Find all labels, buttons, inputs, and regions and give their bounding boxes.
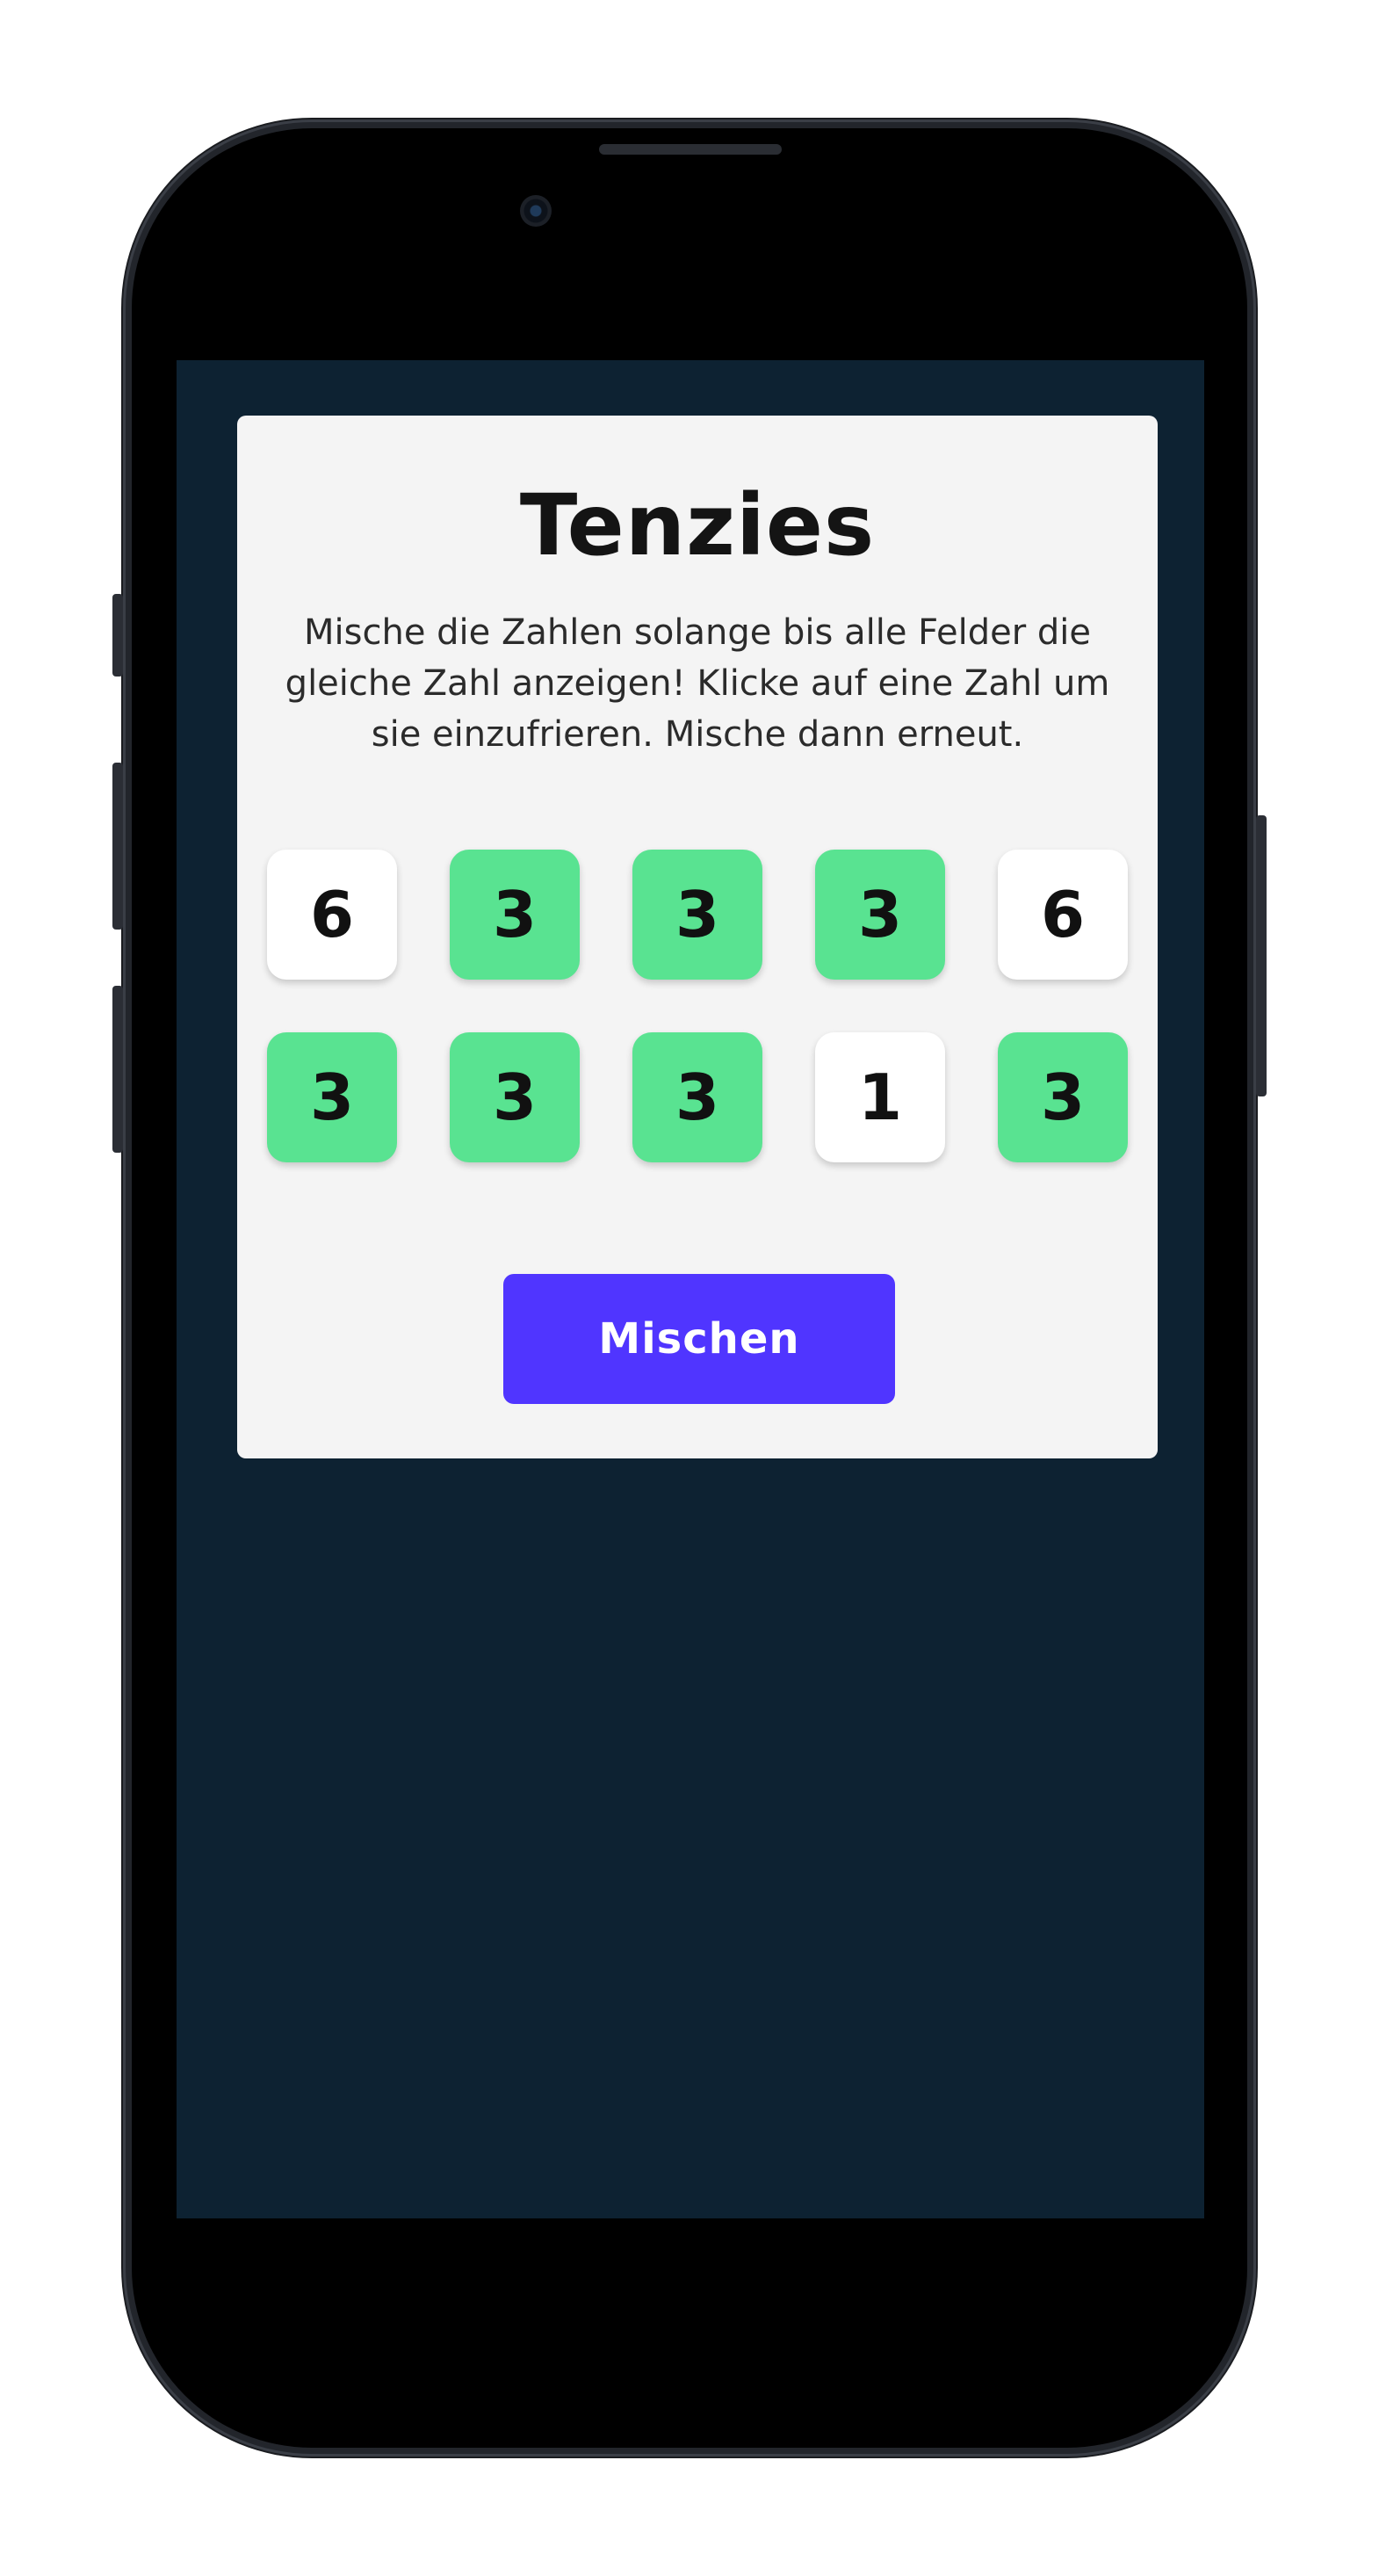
die-value: 3 [675,878,720,952]
game-instructions: Mische die Zahlen solange bis alle Felde… [285,612,1110,755]
die-5[interactable]: 6 [998,850,1128,980]
die-value: 3 [492,878,538,952]
app-screen: Tenzies Mische die Zahlen solange bis al… [177,360,1204,2218]
volume-up-button [112,763,123,930]
die-1[interactable]: 6 [267,850,397,980]
die-2[interactable]: 3 [450,850,580,980]
front-camera-icon [520,195,552,227]
die-value: 6 [309,878,355,952]
die-6[interactable]: 3 [267,1032,397,1162]
roll-button[interactable]: Mischen [503,1274,895,1404]
volume-down-button [112,986,123,1153]
dice-grid: 6 3 3 3 6 3 3 3 1 3 [267,850,1128,1162]
die-value: 6 [1040,878,1086,952]
die-3[interactable]: 3 [632,850,762,980]
die-9[interactable]: 1 [815,1032,945,1162]
die-4[interactable]: 3 [815,850,945,980]
power-button [1256,815,1267,1096]
die-value: 3 [1040,1060,1086,1134]
game-title: Tenzies [519,476,876,575]
silent-switch [112,594,123,677]
die-7[interactable]: 3 [450,1032,580,1162]
die-value: 3 [492,1060,538,1134]
die-value: 3 [309,1060,355,1134]
game-card: Tenzies Mische die Zahlen solange bis al… [237,416,1158,1458]
earpiece-speaker [599,144,782,155]
die-value: 1 [857,1060,903,1134]
die-value: 3 [675,1060,720,1134]
die-8[interactable]: 3 [632,1032,762,1162]
die-value: 3 [857,878,903,952]
die-10[interactable]: 3 [998,1032,1128,1162]
